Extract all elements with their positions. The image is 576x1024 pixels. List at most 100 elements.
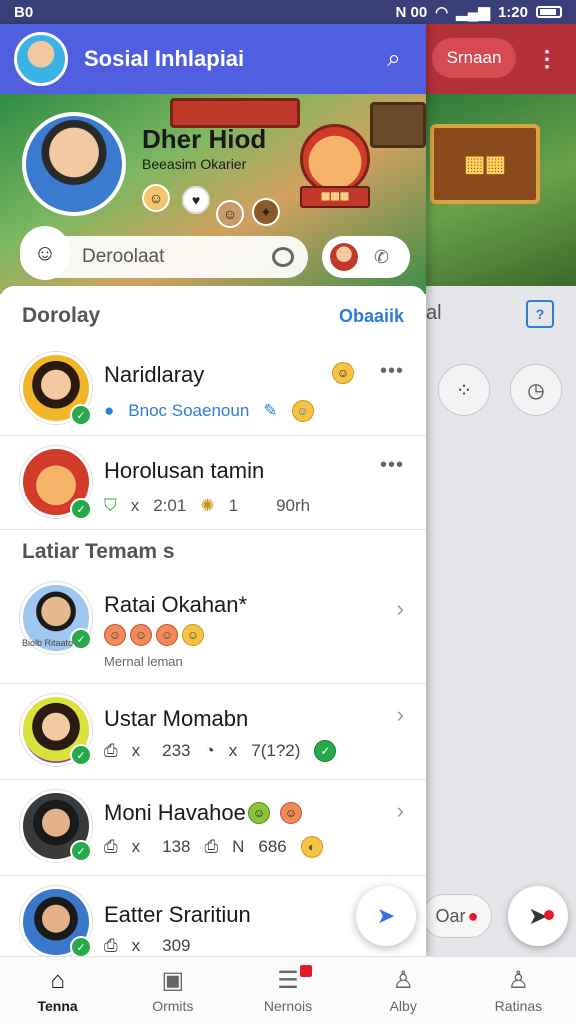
mic-icon[interactable] — [272, 247, 294, 267]
navigation-drawer: Sosial Inhlapiai ⌕ Dher Hiod Beeasim Oka… — [0, 24, 426, 956]
contact-meta-text: x — [130, 496, 140, 515]
list-item[interactable]: ✓ Naridlaray ● Bnoc Soaenoun ✎ ☺ ☺ ••• — [0, 342, 426, 436]
wifi-icon: ◠ — [435, 4, 449, 21]
list-item[interactable]: ✓ Ustar Momabn ⎙ x 233 ◔ x 7(1?2) ✓ › — [0, 684, 426, 780]
contact-meta-text: Mernal leman — [104, 654, 183, 669]
status-time: 1:20 — [497, 3, 528, 21]
contact-meta-extra: N — [232, 837, 245, 856]
online-status-icon: ✓ — [70, 936, 92, 956]
emoji-icon: ☺ — [156, 624, 178, 646]
contact-meta: ⛉ x 2:01 ✺ 1 90rh — [104, 496, 310, 516]
nav-item-ratings[interactable]: ♙ Ratinas — [461, 957, 576, 1024]
contact-name: Eatter Sraritiun — [104, 902, 251, 927]
chevron-right-icon[interactable]: › — [397, 798, 404, 824]
background-chip[interactable]: Oar ● — [422, 894, 492, 938]
contacts-sheet: Dorolay Obaaiik ✓ Naridlaray ● Bnoc Soae… — [0, 286, 426, 956]
contact-meta-value: 90rh — [276, 496, 311, 515]
share-fab[interactable]: ➤ — [508, 886, 568, 946]
signal-icon: ▂▄▆ — [456, 4, 490, 21]
profile-avatar[interactable] — [22, 112, 126, 216]
phone-icon[interactable]: ✆ — [374, 247, 389, 268]
list-item[interactable]: ✓ Moni Havahoe ☺ ☺ ⎙ x 138 ⎙ N 686 ◐ › — [0, 780, 426, 876]
contact-meta-time: 2:01 — [153, 496, 187, 515]
avatar — [330, 243, 358, 271]
background-pill[interactable]: Srnaan — [432, 38, 516, 78]
edit-icon[interactable]: ? — [526, 300, 554, 328]
more-icon[interactable]: ••• — [380, 454, 404, 477]
contact-meta: ⎙ x 233 ◔ x 7(1?2) ✓ — [104, 740, 337, 762]
bag-icon: ⎙ — [204, 837, 219, 856]
contact-meta-value: 686 — [258, 837, 287, 856]
call-pill[interactable]: ✆ — [322, 236, 410, 278]
contact-name: Ratai Okahan* — [104, 592, 248, 617]
check-icon: ✓ — [314, 740, 337, 762]
background-app-bar: Srnaan ⋮ — [426, 24, 576, 94]
nav-item-photos[interactable]: ▣ Ormits — [115, 957, 230, 1024]
game-sign-image: ▦▦ — [430, 124, 540, 204]
section-title: Latiar Temam s — [22, 540, 175, 563]
contact-meta-extra: x — [228, 741, 238, 760]
contact-meta-count: 138 — [162, 837, 191, 856]
contact-meta-count: 309 — [162, 936, 191, 955]
search-icon[interactable]: ⌕ — [376, 45, 412, 73]
contact-meta: ● Bnoc Soaenoun ✎ ☺ — [104, 400, 314, 422]
dot-icon: ● — [467, 905, 479, 926]
game-tile-image — [370, 102, 426, 148]
news-icon: ☰ — [277, 966, 299, 994]
status-right-text: N 00 — [395, 3, 428, 21]
list-item[interactable]: ✓ Horolusan tamin ⛉ x 2:01 ✺ 1 90rh ••• — [0, 436, 426, 530]
send-fab[interactable]: ➤ — [356, 886, 416, 946]
dots-icon[interactable]: ⁘ — [438, 364, 490, 416]
nav-item-profile[interactable]: ♙ Alby — [346, 957, 461, 1024]
section-action-link[interactable]: Obaaiik — [339, 306, 404, 327]
sticker-icon: ☺ — [216, 200, 244, 228]
nav-label: Tenna — [37, 997, 78, 1014]
bottom-navigation: ⌂ Tenna ▣ Ormits ☰ Nernois ♙ Alby ♙ Rati… — [0, 956, 576, 1024]
profile-name: Dher Hiod — [142, 124, 267, 154]
background-panel: Srnaan ⋮ ▦▦ al ? ⁘ ◷ Oar ● ➤ — [422, 24, 576, 956]
nav-label: Alby — [389, 997, 417, 1014]
contact-meta-text: x — [131, 936, 141, 955]
app-bar: Sosial Inhlapiai ⌕ — [0, 24, 426, 94]
chevron-right-icon[interactable]: › — [397, 702, 404, 728]
more-icon[interactable]: ••• — [380, 360, 404, 383]
emoji-icon: ☺ — [130, 624, 152, 646]
contact-name: Ustar Momabn — [104, 706, 249, 731]
timer-icon: ◔ — [204, 741, 215, 760]
contact-name: Horolusan tamin — [104, 458, 265, 483]
avatar[interactable]: ☺ — [20, 226, 70, 280]
contact-meta-value: 7(1?2) — [251, 741, 301, 760]
nav-label: Nernois — [263, 997, 313, 1014]
avatar[interactable] — [14, 32, 68, 86]
online-status-icon: ✓ — [70, 498, 92, 520]
emoji-icon: ☺ — [248, 802, 270, 824]
contact-meta-count: 1 — [228, 496, 239, 515]
sticker-icon: ✦ — [252, 198, 280, 226]
chevron-right-icon[interactable]: › — [397, 596, 404, 622]
contact-meta: ⎙ x 309 — [104, 936, 190, 956]
bag-icon: ⎙ — [104, 837, 118, 856]
background-sheet: al ? ⁘ ◷ — [426, 286, 576, 956]
list-item[interactable]: ✓ Biolb Ritaato Ratai Okahan* ☺ ☺ ☺ ☺ Me… — [0, 576, 426, 684]
sticker-icon: ☺ — [142, 184, 170, 212]
online-status-icon: ✓ — [70, 404, 92, 426]
contact-name: Naridlaray — [104, 362, 205, 387]
battery-icon — [536, 6, 562, 18]
emoji-icon: ☺ — [280, 802, 302, 824]
emoji-icon: ◐ — [300, 836, 323, 858]
status-left: B0 — [14, 3, 34, 21]
emoji-row: ☺ ☺ ☺ ☺ — [104, 624, 204, 646]
search-placeholder: Deroolaat — [82, 246, 165, 267]
nav-item-news[interactable]: ☰ Nernois — [230, 957, 345, 1024]
contact-badge: Biolb Ritaato — [22, 638, 74, 648]
pencil-icon: ✎ — [263, 401, 278, 420]
clock-icon[interactable]: ◷ — [510, 364, 562, 416]
more-icon[interactable]: ⋮ — [536, 46, 558, 72]
person-icon: ♙ — [507, 966, 530, 994]
emoji-icon: ☺ — [104, 624, 126, 646]
nav-label: Ratinas — [494, 997, 543, 1014]
contact-meta-count: 233 — [162, 741, 191, 760]
nav-item-home[interactable]: ⌂ Tenna — [0, 957, 115, 1024]
bag-icon: ⎙ — [104, 741, 118, 760]
emoji-icon: ☺ — [182, 624, 204, 646]
